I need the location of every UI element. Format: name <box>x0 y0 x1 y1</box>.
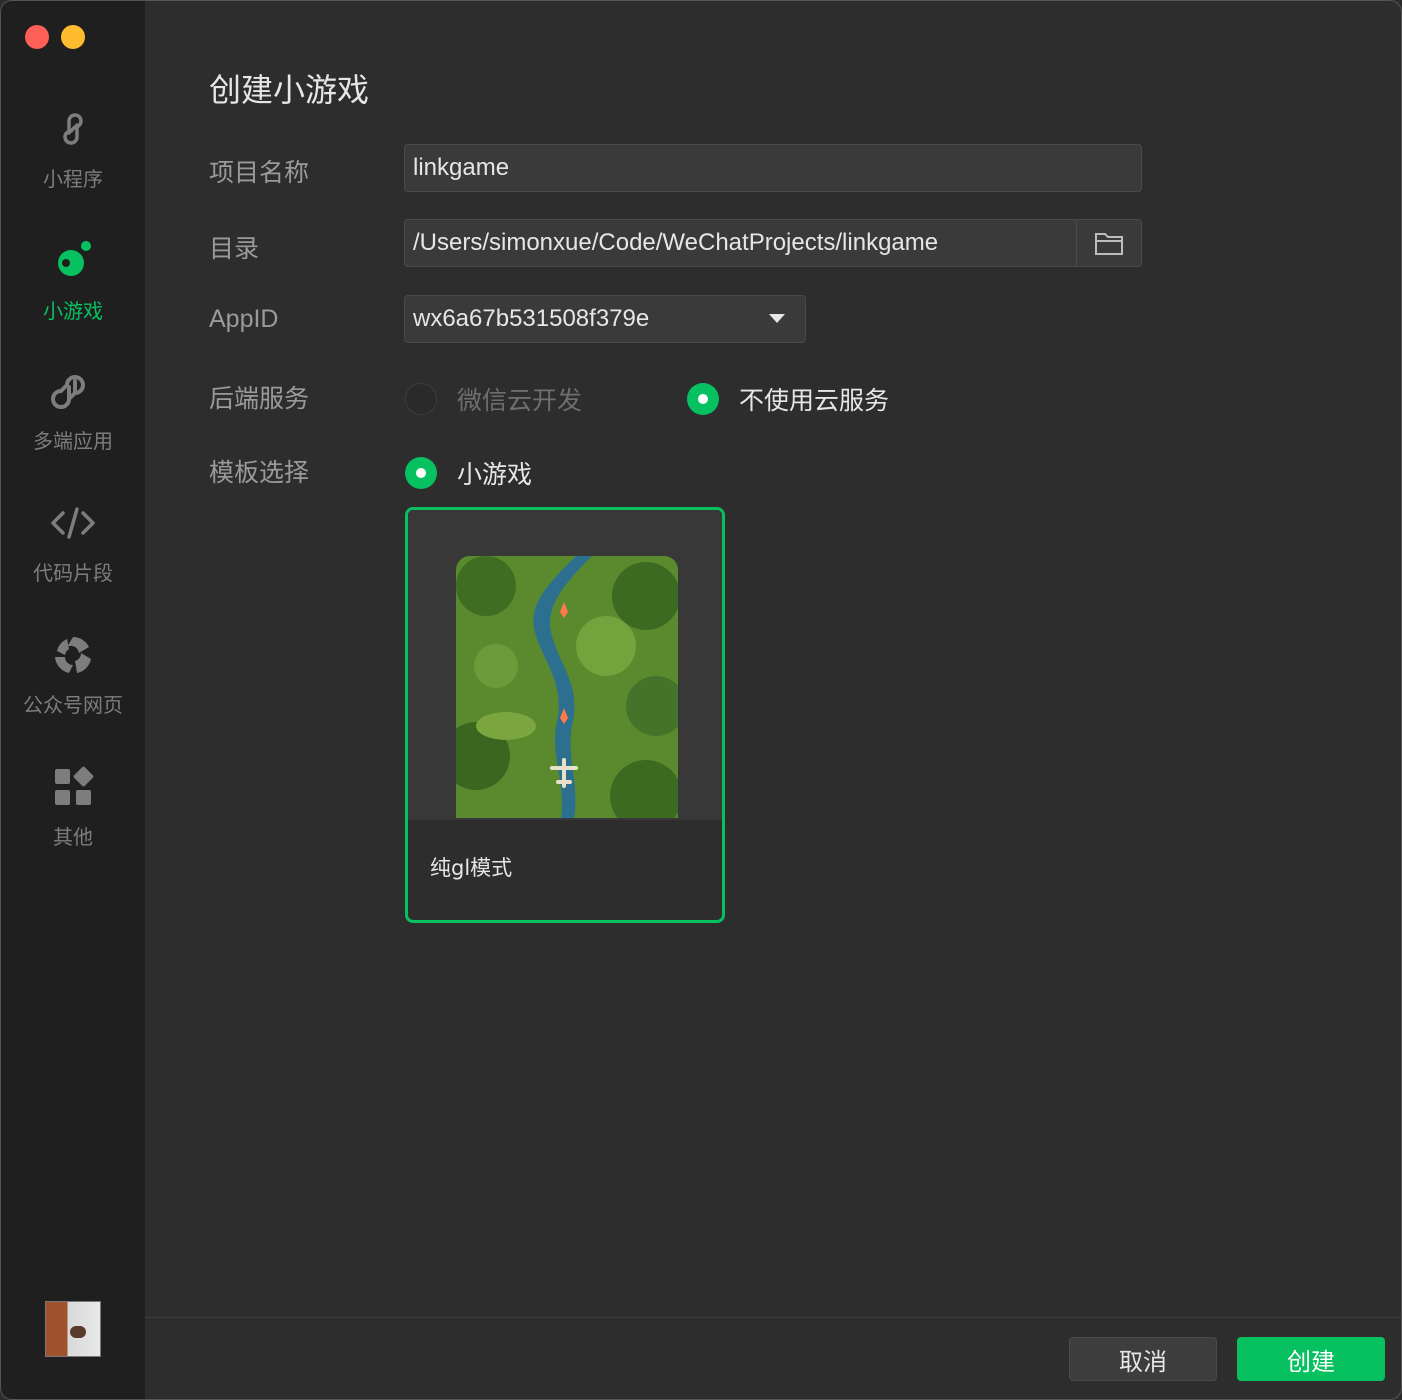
minimize-window-button[interactable] <box>61 25 85 49</box>
sidebar-item-minigame[interactable]: 小游戏 <box>1 237 145 324</box>
avatar[interactable] <box>45 1301 101 1357</box>
sidebar-item-label: 小游戏 <box>43 299 103 323</box>
page-title: 创建小游戏 <box>209 71 370 109</box>
sidebar-item-label: 公众号网页 <box>23 693 123 717</box>
backend-label: 后端服务 <box>209 384 310 413</box>
backend-option-wechat-cloud[interactable]: 微信云开发 <box>405 381 582 417</box>
cancel-button[interactable]: 取消 <box>1069 1337 1217 1381</box>
sidebar-item-official-account[interactable]: 公众号网页 <box>1 631 145 718</box>
sidebar-item-label: 其他 <box>53 825 93 849</box>
template-preview-area <box>408 510 722 820</box>
template-preview-image <box>456 556 678 818</box>
directory-label: 目录 <box>209 234 260 263</box>
radio-label: 微信云开发 <box>457 386 583 415</box>
sidebar-item-other[interactable]: 其他 <box>1 763 145 850</box>
template-card[interactable]: 纯gl模式 <box>405 507 725 923</box>
directory-input[interactable] <box>405 220 1077 266</box>
create-button[interactable]: 创建 <box>1237 1337 1385 1381</box>
close-window-button[interactable] <box>25 25 49 49</box>
radio-label: 不使用云服务 <box>739 386 890 415</box>
create-minigame-dialog: 小程序 小游戏 多端应用 代码片段 公众号网页 其他 创建小游戏 项目名称 li… <box>0 0 1402 1400</box>
miniprogram-icon <box>63 113 83 145</box>
browse-folder-button[interactable] <box>1076 220 1141 266</box>
code-icon <box>51 507 95 539</box>
chevron-down-icon <box>769 314 785 323</box>
project-name-input[interactable] <box>405 145 1141 191</box>
sidebar: 小程序 小游戏 多端应用 代码片段 公众号网页 其他 <box>1 1 145 1399</box>
appid-input[interactable] <box>405 296 751 342</box>
appid-select[interactable] <box>404 295 806 343</box>
minigame-icon <box>58 241 91 276</box>
apps-grid-icon <box>55 766 94 805</box>
radio-button[interactable] <box>405 457 437 489</box>
folder-icon <box>1095 233 1123 255</box>
footer-divider <box>145 1317 1401 1318</box>
sidebar-item-label: 代码片段 <box>33 561 113 585</box>
template-category-minigame[interactable]: 小游戏 <box>405 455 532 491</box>
appid-label: AppID <box>209 305 279 333</box>
radio-label: 小游戏 <box>457 460 533 489</box>
sidebar-item-miniprogram[interactable]: 小程序 <box>1 105 145 192</box>
appid-dropdown-button[interactable] <box>749 296 805 342</box>
backend-option-no-cloud[interactable]: 不使用云服务 <box>687 381 889 417</box>
template-card-label: 纯gl模式 <box>430 856 513 880</box>
radio-button[interactable] <box>405 383 437 415</box>
sidebar-item-multiplatform[interactable]: 多端应用 <box>1 367 145 454</box>
sidebar-item-label: 小程序 <box>43 167 103 191</box>
game-map-image <box>456 556 678 818</box>
project-name-field <box>404 144 1142 192</box>
official-account-icon <box>55 637 91 673</box>
project-name-label: 项目名称 <box>209 158 310 187</box>
template-label: 模板选择 <box>209 458 310 487</box>
sidebar-item-label: 多端应用 <box>33 429 113 453</box>
multiplatform-icon <box>51 375 85 409</box>
directory-field <box>404 219 1142 267</box>
sidebar-item-code-snippet[interactable]: 代码片段 <box>1 499 145 586</box>
radio-button[interactable] <box>687 383 719 415</box>
